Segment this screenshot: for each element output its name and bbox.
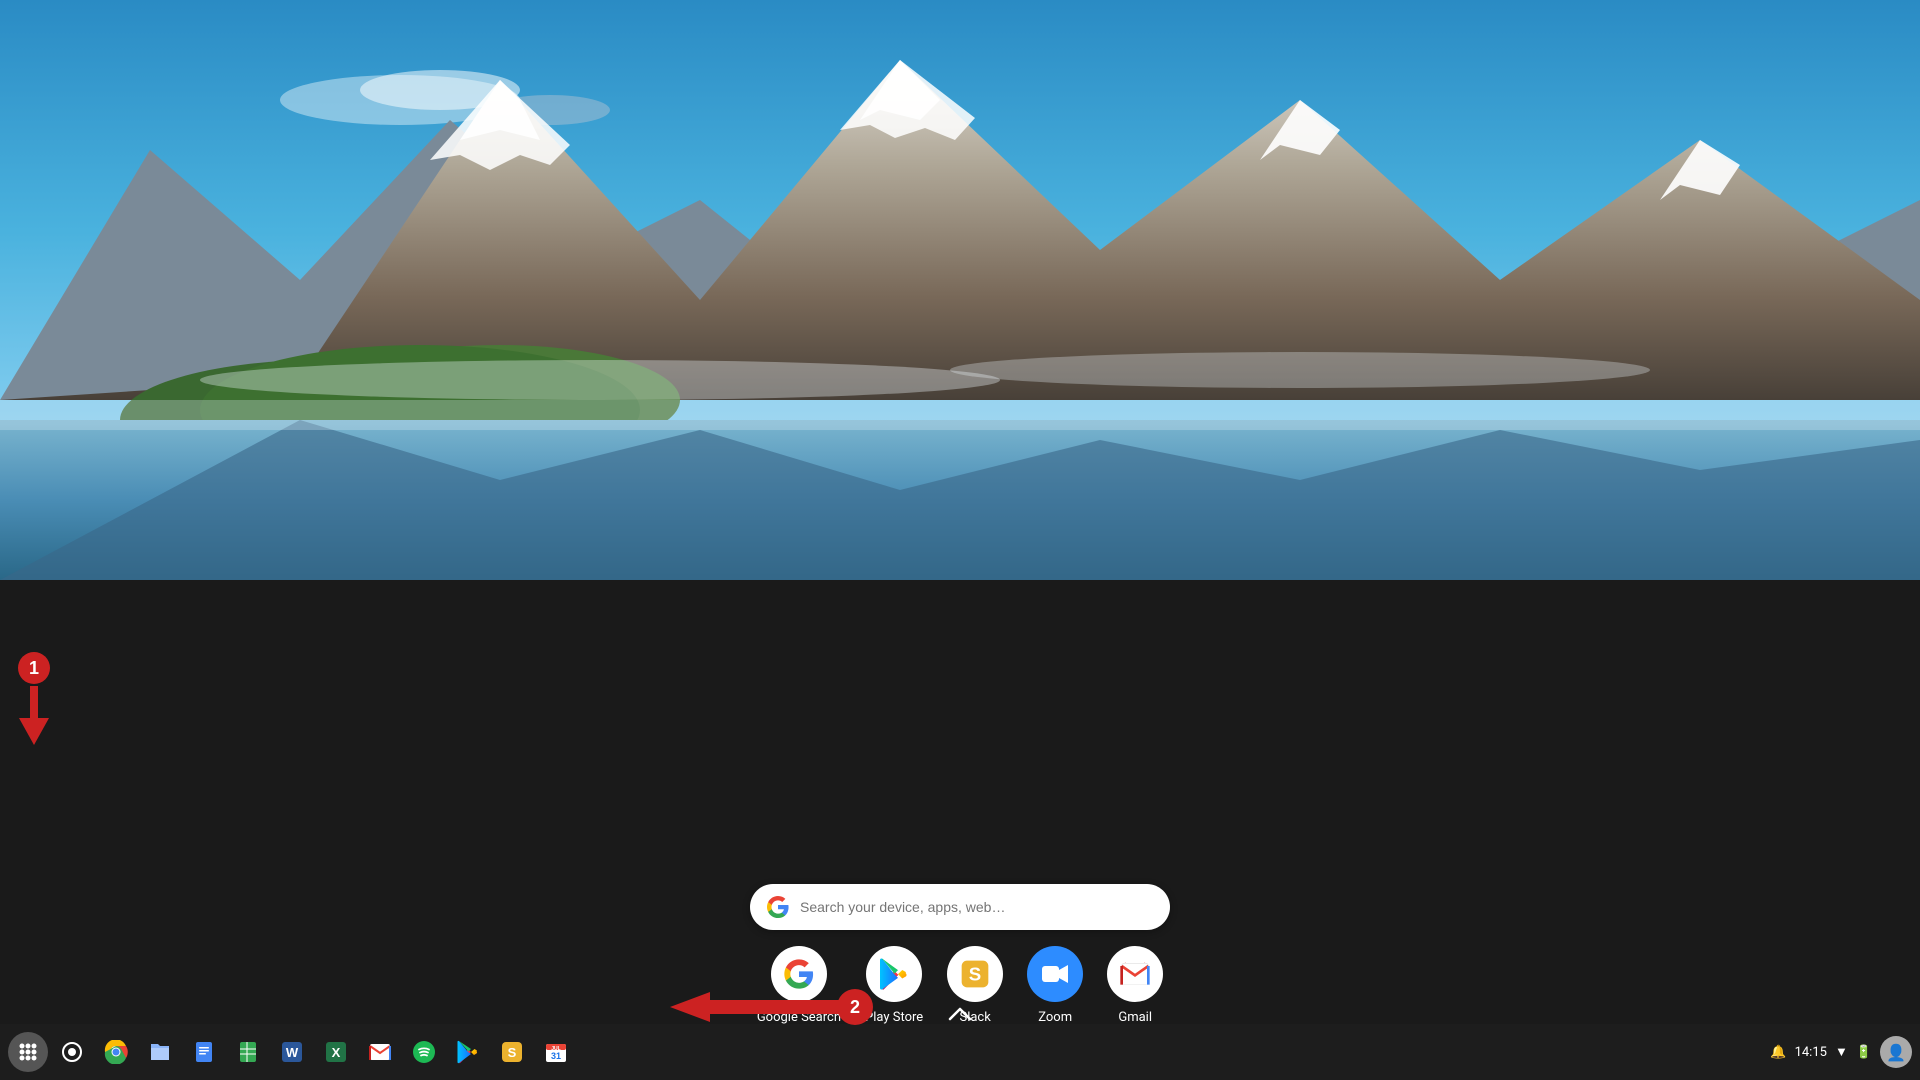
shelf-app-spotify[interactable] — [404, 1032, 444, 1072]
search-bar[interactable] — [750, 884, 1170, 930]
zoom-label: Zoom — [1038, 1010, 1072, 1025]
gmail-icon — [1107, 946, 1163, 1002]
shelf-app-slack[interactable]: S — [492, 1032, 532, 1072]
shelf-app-chrome[interactable] — [96, 1032, 136, 1072]
avatar[interactable]: 👤 — [1880, 1036, 1912, 1068]
battery-icon[interactable]: 🔋 — [1856, 1045, 1872, 1060]
launcher-up-arrow[interactable] — [945, 1004, 975, 1024]
launcher-button[interactable] — [8, 1032, 48, 1072]
shelf-app-play-store[interactable] — [448, 1032, 488, 1072]
annotation-arrow-2: 2 — [660, 982, 880, 1032]
notification-icon[interactable]: 🔔 — [1770, 1045, 1786, 1060]
shelf-app-word[interactable]: W — [272, 1032, 312, 1072]
svg-text:W: W — [286, 1045, 299, 1060]
zoom-icon — [1027, 946, 1083, 1002]
svg-text:31: 31 — [551, 1051, 561, 1061]
shelf-app-gmail[interactable] — [360, 1032, 400, 1072]
shelf-app-overview[interactable] — [52, 1032, 92, 1072]
shelf-app-calendar[interactable]: JUL 31 — [536, 1032, 576, 1072]
search-input[interactable] — [800, 899, 1154, 915]
svg-text:S: S — [508, 1045, 517, 1060]
shelf-app-files[interactable] — [140, 1032, 180, 1072]
app-icon-zoom[interactable]: Zoom — [1027, 946, 1083, 1025]
shelf: W X — [0, 1024, 1920, 1080]
svg-text:1: 1 — [29, 658, 39, 678]
network-icon[interactable]: ▼ — [1835, 1044, 1848, 1060]
slack-icon: S — [947, 946, 1003, 1002]
shelf-app-excel[interactable]: X — [316, 1032, 356, 1072]
svg-text:X: X — [332, 1045, 341, 1060]
wallpaper — [0, 0, 1920, 580]
shelf-app-sheets[interactable] — [228, 1032, 268, 1072]
shelf-app-docs[interactable] — [184, 1032, 224, 1072]
svg-text:S: S — [969, 964, 981, 985]
shelf-apps: W X — [52, 1032, 1770, 1072]
gmail-label: Gmail — [1118, 1010, 1152, 1025]
google-logo — [766, 895, 790, 919]
svg-text:2: 2 — [850, 997, 860, 1017]
annotation-arrow-1: 1 — [14, 650, 74, 754]
time-display[interactable]: 14:15 — [1795, 1045, 1827, 1060]
system-tray: 🔔 14:15 ▼ 🔋 👤 — [1770, 1036, 1912, 1068]
app-icon-gmail[interactable]: Gmail — [1107, 946, 1163, 1025]
